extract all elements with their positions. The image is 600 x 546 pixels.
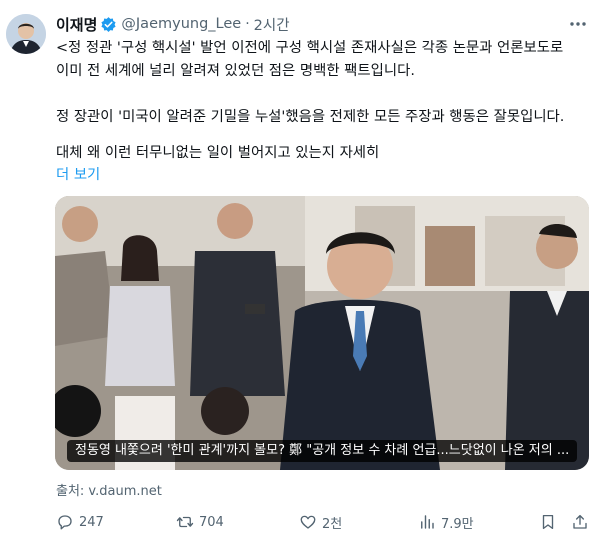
retweet-icon xyxy=(176,516,194,528)
tweet-timestamp[interactable]: 2시간 xyxy=(254,14,290,35)
author-handle[interactable]: @Jaemyung_Lee xyxy=(121,16,241,32)
tweet-text-line: <정 정관 '구성 핵시설' 발언 이전에 구성 핵시설 존재사실은 각종 논문… xyxy=(56,40,564,56)
tweet-text-line: 대체 왜 이런 터무니없는 일이 벌어지고 있는지 자세히 xyxy=(56,145,380,161)
views-count: 7.9만 xyxy=(441,516,474,532)
more-icon[interactable] xyxy=(568,15,588,33)
share-button[interactable] xyxy=(571,510,589,534)
show-more-link[interactable]: 더 보기 xyxy=(56,163,100,184)
bookmark-button[interactable] xyxy=(539,510,557,534)
heart-icon xyxy=(300,515,316,529)
tweet-header: 이재명 @Jaemyung_Lee · 2시간 xyxy=(56,13,290,35)
link-source[interactable]: 출처: v.daum.net xyxy=(56,480,162,499)
separator-dot: · xyxy=(245,16,250,32)
tweet-actions: 247 704 2천 7.9만 xyxy=(56,510,591,534)
share-icon xyxy=(573,514,587,529)
tweet-text-line: 이미 전 세계에 널리 알려져 있었던 점은 명백한 팩트입니다. xyxy=(56,63,415,79)
tweet-text-line: 정 장관이 '미국이 알려준 기밀을 누설'했음을 전제한 모든 주장과 행동은… xyxy=(56,109,565,125)
verified-badge-icon xyxy=(100,16,117,33)
news-photo xyxy=(55,196,589,470)
link-card-media[interactable]: 정동영 내쫓으려 '한미 관계'까지 볼모? 鄭 "공개 정보 수 차례 언급.… xyxy=(55,196,589,470)
retweet-button[interactable]: 704 xyxy=(176,510,224,534)
reply-button[interactable]: 247 xyxy=(56,510,104,534)
like-count: 2천 xyxy=(322,516,343,532)
bookmark-icon xyxy=(542,514,554,530)
media-caption[interactable]: 정동영 내쫓으려 '한미 관계'까지 볼모? 鄭 "공개 정보 수 차례 언급.… xyxy=(67,440,577,462)
views-icon xyxy=(421,515,434,529)
avatar[interactable] xyxy=(6,14,46,54)
reply-icon xyxy=(58,515,72,530)
like-button[interactable]: 2천 xyxy=(299,510,342,534)
avatar-image xyxy=(6,14,46,54)
views-button[interactable]: 7.9만 xyxy=(418,510,474,534)
retweet-count: 704 xyxy=(199,514,224,530)
tweet-card[interactable]: 이재명 @Jaemyung_Lee · 2시간 <정 정관 '구성 핵시설' 발… xyxy=(0,0,600,546)
author-name[interactable]: 이재명 xyxy=(56,14,97,35)
reply-count: 247 xyxy=(79,514,104,530)
